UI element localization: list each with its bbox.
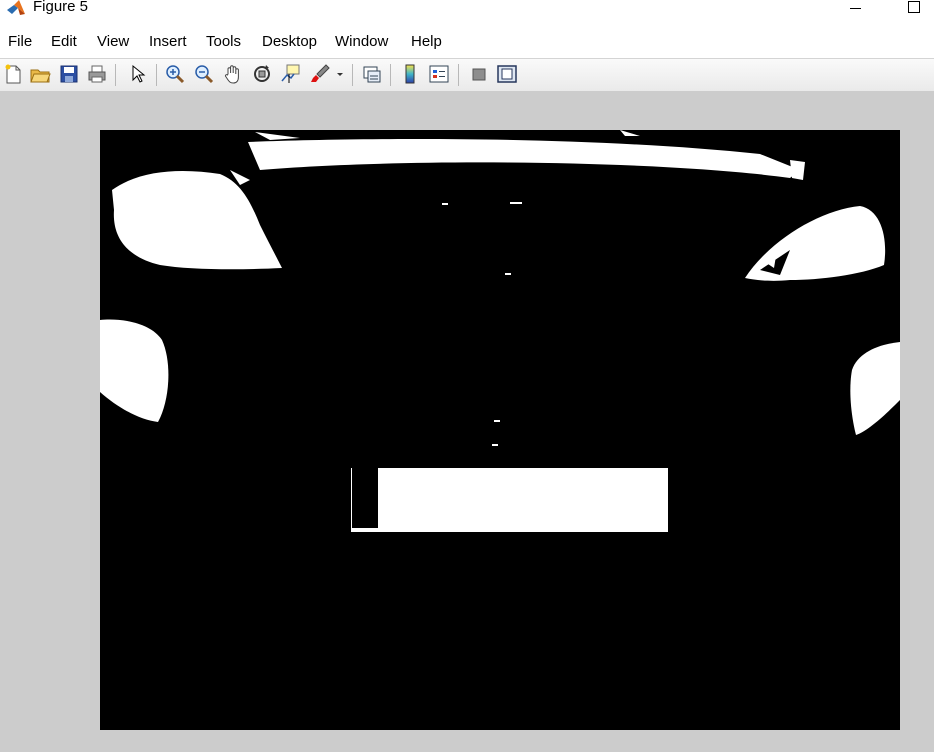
plate-country-strip [352,466,378,528]
zoom-in-icon[interactable] [164,63,186,85]
menu-edit[interactable]: Edit [51,33,77,51]
insert-legend-icon[interactable] [428,63,450,85]
maximize-button[interactable] [900,0,926,20]
menu-view[interactable]: View [97,33,129,51]
window-title: Figure 5 [33,0,89,15]
save-icon[interactable] [58,63,80,85]
menu-window[interactable]: Window [335,33,388,51]
edit-plot-icon[interactable] [126,63,148,85]
link-plot-icon[interactable] [361,63,383,85]
rotate-3d-icon[interactable] [251,63,273,85]
toolbar-separator [352,64,353,86]
hood-highlight [248,139,800,178]
menu-tools[interactable]: Tools [206,33,241,51]
left-fog-light [100,319,169,422]
insert-colorbar-icon[interactable] [399,63,421,85]
hood-highlight-edge [255,130,640,140]
print-icon[interactable] [86,63,108,85]
menu-insert[interactable]: Insert [149,33,187,51]
open-file-icon[interactable] [29,63,51,85]
toolbar-separator [458,64,459,86]
brush-dropdown-icon[interactable] [334,63,346,85]
menu-bar: File Edit View Insert Tools Desktop Wind… [0,24,934,58]
menu-help[interactable]: Help [411,33,442,51]
new-figure-icon[interactable] [2,63,24,85]
hide-plot-tools-icon[interactable] [468,63,490,85]
toolbar [0,58,934,92]
show-plot-tools-icon[interactable] [496,63,518,85]
license-plate [351,468,668,532]
right-fog-light [850,342,900,435]
menu-file[interactable]: File [8,33,32,51]
plate-number-text: 06 UP 308 [488,602,774,662]
pan-icon[interactable] [222,63,244,85]
minimize-button[interactable] [844,0,868,20]
toolbar-separator [390,64,391,86]
brush-icon[interactable] [309,63,331,85]
zoom-out-icon[interactable] [193,63,215,85]
toolbar-separator [156,64,157,86]
title-bar: Figure 5 [0,0,934,24]
matlab-logo-icon [6,0,28,16]
binary-image-axes[interactable]: 06 UP 308 [100,130,900,730]
menu-desktop[interactable]: Desktop [262,33,317,51]
toolbar-separator [115,64,116,86]
data-cursor-icon[interactable] [280,63,302,85]
